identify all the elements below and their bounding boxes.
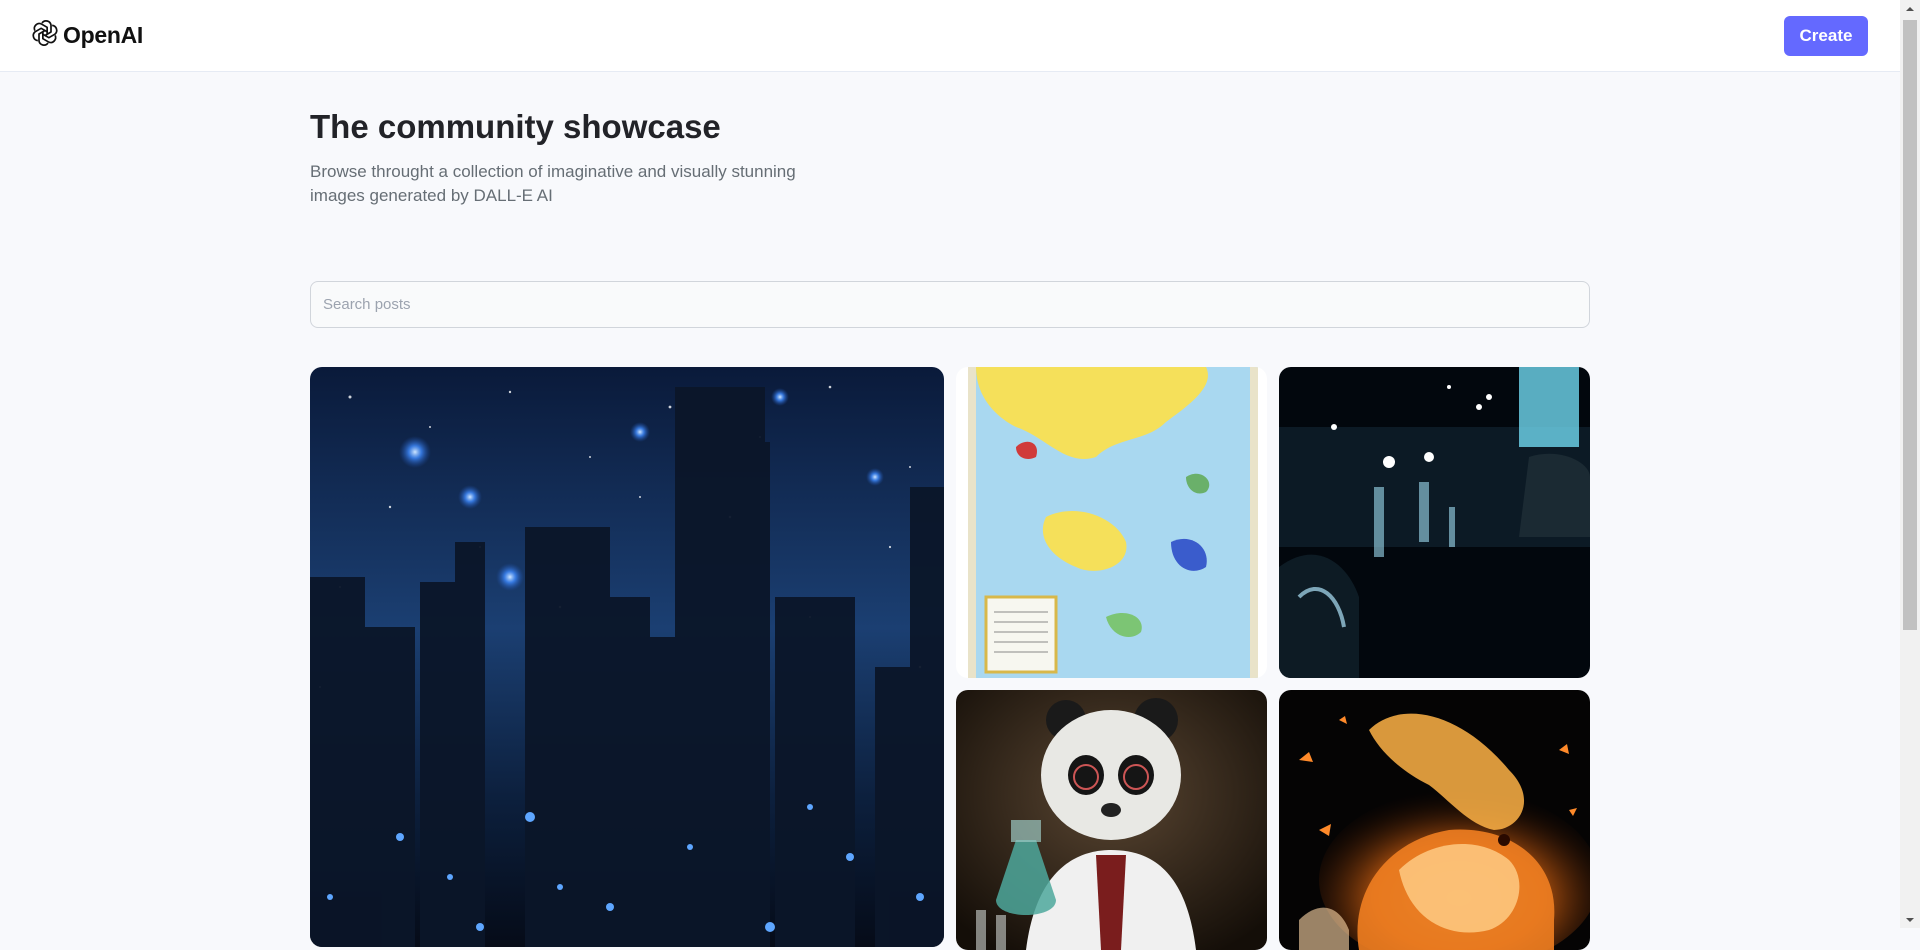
page-subtitle: Browse throught a collection of imaginat…: [310, 162, 796, 205]
rainy-street-image: [1279, 367, 1590, 678]
openai-logo-icon: [30, 18, 60, 53]
gallery-card-rainy-street[interactable]: [1279, 367, 1590, 678]
fire-rabbit-image: [1279, 690, 1590, 950]
scroll-down-arrow-icon[interactable]: [1900, 911, 1920, 928]
home-logo-link[interactable]: OpenAI: [30, 18, 143, 53]
gallery-card-panda-scientist[interactable]: [956, 690, 1267, 950]
search-input[interactable]: [310, 281, 1590, 328]
search-field: [310, 281, 1590, 328]
create-button[interactable]: Create: [1784, 15, 1868, 56]
panda-scientist-image: [956, 690, 1267, 950]
gallery-card-fantasy-map[interactable]: [956, 367, 1267, 678]
scrollbar-thumb[interactable]: [1903, 20, 1917, 630]
top-navbar: OpenAI Create: [0, 0, 1900, 72]
fantasy-map-image: [956, 367, 1267, 678]
gallery-card-starry-city[interactable]: [310, 367, 944, 947]
scroll-up-arrow-icon[interactable]: [1900, 0, 1920, 17]
page-scrollbar[interactable]: [1900, 0, 1920, 928]
brand-name: OpenAI: [63, 22, 143, 48]
starry-city-image: [310, 367, 944, 947]
page-title: The community showcase: [310, 108, 721, 145]
gallery-card-fire-rabbit[interactable]: [1279, 690, 1590, 950]
